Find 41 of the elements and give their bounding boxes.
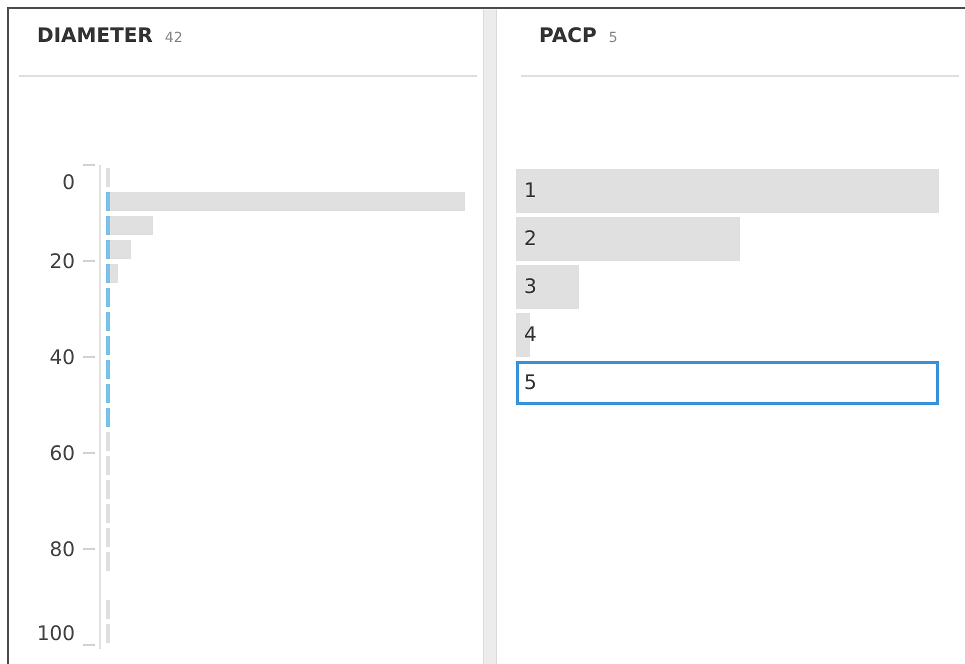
- histogram-bar[interactable]: [110, 240, 131, 259]
- bin-marker: [106, 384, 110, 403]
- value-row[interactable]: 4: [516, 313, 939, 357]
- value-label: 5: [523, 369, 537, 394]
- histogram-bar[interactable]: [110, 192, 465, 211]
- histogram-bar[interactable]: [110, 216, 153, 235]
- value-count: 5: [608, 30, 618, 46]
- bin-marker: [106, 408, 110, 427]
- bin-marker: [106, 192, 110, 211]
- bin-marker: [106, 216, 110, 235]
- value-row[interactable]: 3: [516, 265, 939, 309]
- value-label: 4: [523, 321, 537, 346]
- value-label: 1: [523, 177, 537, 202]
- bin-marker: [106, 336, 110, 355]
- column-title: PACP: [539, 23, 597, 47]
- tick-mark: [83, 164, 95, 166]
- value-row[interactable]: 5: [516, 361, 939, 405]
- axis-tick-label: 40: [50, 345, 75, 369]
- axis-tick-label: 100: [36, 621, 75, 645]
- value-label: 2: [523, 225, 537, 250]
- tick-mark: [83, 260, 95, 262]
- axis-tick-label: 20: [50, 249, 75, 273]
- bin-marker: [106, 264, 110, 283]
- tick-mark: [83, 644, 95, 646]
- tick-mark: [83, 452, 95, 454]
- value-label: 3: [523, 273, 537, 298]
- axis-tick-label: 80: [50, 537, 75, 561]
- value-row[interactable]: 1: [516, 169, 939, 213]
- bin-marker: [106, 240, 110, 259]
- value-row[interactable]: 2: [516, 217, 939, 261]
- bin-marker: [106, 288, 110, 307]
- axis-tick-label: 0: [62, 170, 75, 194]
- tick-mark: [83, 548, 95, 550]
- column-title: DIAMETER: [37, 23, 153, 47]
- axis-tick-label: 60: [50, 441, 75, 465]
- histogram-bar[interactable]: [110, 264, 118, 283]
- panel-splitter[interactable]: [483, 9, 497, 664]
- value-count: 42: [164, 30, 183, 46]
- bin-marker: [106, 360, 110, 379]
- bin-marker: [106, 312, 110, 331]
- tick-mark: [83, 356, 95, 358]
